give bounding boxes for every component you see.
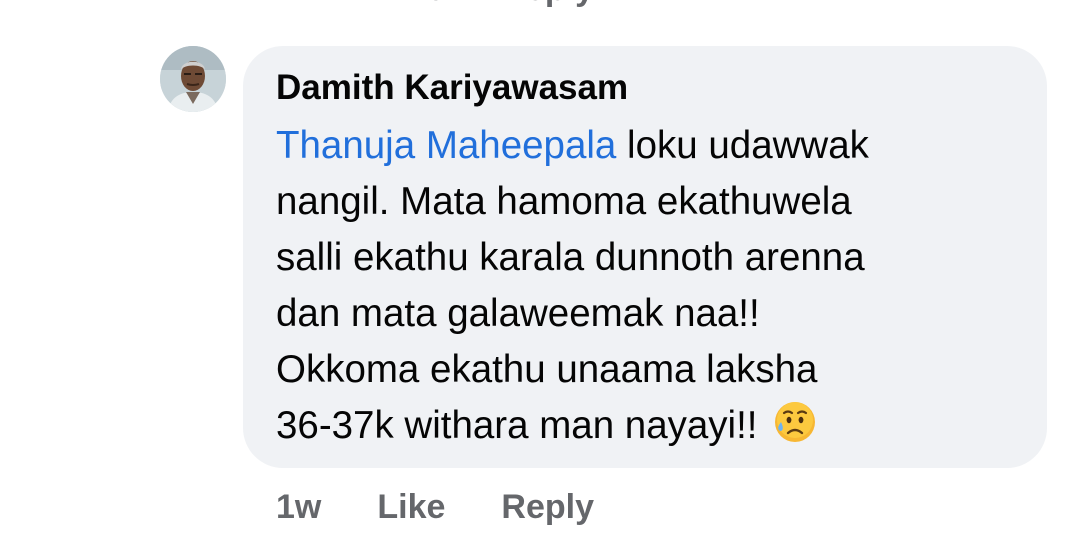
comment-time[interactable]: 1w [276,488,321,527]
comment-author[interactable]: Damith Kariyawasam [276,68,628,108]
previous-like-button[interactable]: Like [377,0,445,9]
comment-line: Thanuja Maheepala loku udawwak [276,118,976,174]
comment-actions: 1w Like Reply [276,488,594,527]
comment-text-segment: loku udawwak [616,124,869,167]
comment-line: dan mata galaweemak naa!! [276,292,760,335]
sad-but-relieved-face-icon [772,398,818,460]
comment-line: salli ekathu karala dunnoth arenna [276,236,865,279]
previous-comment-time: 1w [276,0,321,9]
previous-reply-button[interactable]: Reply [501,0,594,9]
comment-line: Okkoma ekathu unaama laksha [276,348,818,391]
avatar[interactable] [160,46,226,112]
reply-button[interactable]: Reply [501,488,594,527]
comment-text-segment: 36-37k withara man nayayi!! [276,404,769,447]
like-button[interactable]: Like [377,488,445,527]
avatar-photo [160,46,226,112]
comment-line: nangil. Mata hamoma ekathuwela [276,180,852,223]
mention-link[interactable]: Thanuja Maheepala [276,124,616,167]
comment-text: Thanuja Maheepala loku udawwak nangil. M… [276,118,976,460]
previous-comment-actions: 1w Like Reply [276,0,594,9]
comment-line-last: 36-37k withara man nayayi!! [276,398,976,460]
